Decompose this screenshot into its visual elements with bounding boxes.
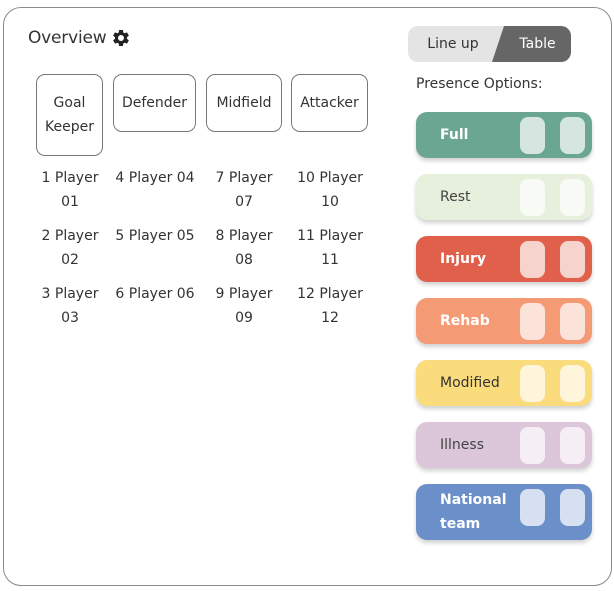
presence-slot[interactable] [520, 489, 545, 526]
presence-option-label: Rehab [440, 313, 490, 329]
presence-slot[interactable] [560, 241, 585, 278]
player-item[interactable]: 11 Player 11 [294, 224, 366, 282]
player-item[interactable]: 4 Player 04 [112, 166, 198, 224]
player-item[interactable]: 3 Player 03 [38, 282, 102, 340]
presence-slot[interactable] [560, 489, 585, 526]
position-label: Defender [121, 95, 188, 111]
position-label: Goal Keeper [45, 95, 94, 135]
player-item[interactable]: 1 Player 01 [38, 166, 102, 224]
page-title: Overview [28, 28, 107, 48]
presence-slot[interactable] [520, 179, 545, 216]
presence-option-modified[interactable]: Modified [416, 360, 592, 406]
view-toggle: Line up Table [408, 26, 571, 62]
presence-option-label: National team [440, 492, 507, 532]
position-button-defender[interactable]: Defender [113, 74, 196, 132]
presence-slot[interactable] [560, 427, 585, 464]
player-item[interactable]: 12 Player 12 [294, 282, 366, 340]
toggle-lineup-button[interactable]: Line up [408, 26, 498, 62]
player-item[interactable]: 10 Player 10 [294, 166, 366, 224]
presence-slot[interactable] [520, 427, 545, 464]
position-button-midfield[interactable]: Midfield [206, 74, 282, 132]
presence-slot[interactable] [560, 303, 585, 340]
presence-option-label: Injury [440, 251, 486, 267]
presence-options-label: Presence Options: [416, 76, 543, 92]
player-column-midfield: 7 Player 07 8 Player 08 9 Player 09 [212, 166, 276, 340]
player-column-attacker: 10 Player 10 11 Player 11 12 Player 12 [294, 166, 366, 340]
player-item[interactable]: 7 Player 07 [212, 166, 276, 224]
presence-option-label: Modified [440, 375, 500, 391]
presence-slot[interactable] [560, 365, 585, 402]
player-item[interactable]: 8 Player 08 [212, 224, 276, 282]
presence-slot[interactable] [520, 365, 545, 402]
player-item[interactable]: 9 Player 09 [212, 282, 276, 340]
presence-slot[interactable] [560, 117, 585, 154]
player-item[interactable]: 6 Player 06 [112, 282, 198, 340]
presence-option-rehab[interactable]: Rehab [416, 298, 592, 344]
player-item[interactable]: 2 Player 02 [38, 224, 102, 282]
player-item[interactable]: 5 Player 05 [112, 224, 198, 282]
presence-option-label: Rest [440, 189, 471, 205]
presence-option-injury[interactable]: Injury [416, 236, 592, 282]
position-button-goalkeeper[interactable]: Goal Keeper [36, 74, 103, 156]
presence-option-national-team[interactable]: National team [416, 484, 592, 540]
presence-option-full[interactable]: Full [416, 112, 592, 158]
gear-icon[interactable] [111, 28, 131, 48]
presence-slot[interactable] [560, 179, 585, 216]
position-button-attacker[interactable]: Attacker [291, 74, 368, 132]
player-column-goalkeeper: 1 Player 01 2 Player 02 3 Player 03 [38, 166, 102, 340]
presence-option-label: Full [440, 127, 469, 143]
player-column-defender: 4 Player 04 5 Player 05 6 Player 06 [112, 166, 198, 340]
toggle-table-button[interactable]: Table [504, 26, 571, 62]
presence-option-illness[interactable]: Illness [416, 422, 592, 468]
presence-slot[interactable] [520, 303, 545, 340]
presence-option-label: Illness [440, 437, 484, 453]
position-label: Attacker [300, 95, 359, 111]
position-label: Midfield [216, 95, 272, 111]
presence-slot[interactable] [520, 241, 545, 278]
presence-slot[interactable] [520, 117, 545, 154]
overview-header: Overview [28, 28, 131, 48]
presence-option-rest[interactable]: Rest [416, 174, 592, 220]
